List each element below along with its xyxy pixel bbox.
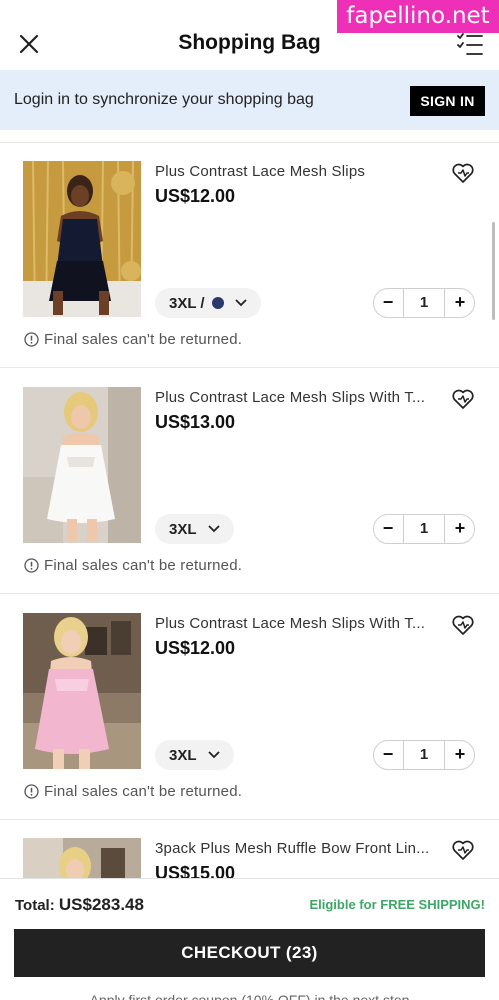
item-title[interactable]: 3pack Plus Mesh Ruffle Bow Front Lin... xyxy=(155,840,437,857)
increase-quantity-button[interactable]: + xyxy=(446,515,474,543)
checkout-footer: Total: US$283.48 Eligible for FREE SHIPP… xyxy=(0,878,499,1000)
free-shipping-note: Eligible for FREE SHIPPING! xyxy=(309,897,485,912)
cart-item[interactable]: Plus Contrast Lace Mesh Slips With T... … xyxy=(0,387,499,613)
item-price: US$15.00 xyxy=(155,863,236,878)
info-icon xyxy=(24,558,39,573)
final-sale-notice: Final sales can't be returned. xyxy=(24,557,242,574)
final-sale-notice: Final sales can't be returned. xyxy=(24,331,242,348)
checklist-icon[interactable] xyxy=(457,32,483,56)
notice-text: Final sales can't be returned. xyxy=(44,557,243,574)
quantity-value[interactable]: 1 xyxy=(403,741,445,769)
item-price: US$13.00 xyxy=(155,412,236,432)
total-amount: US$283.48 xyxy=(58,895,144,914)
divider xyxy=(0,593,499,594)
page-title: Shopping Bag xyxy=(178,31,321,54)
coupon-hint: Apply first order coupon (10% OFF) in th… xyxy=(89,992,410,1000)
variant-selector[interactable]: 3XL xyxy=(155,740,234,770)
divider xyxy=(0,819,499,820)
notice-text: Final sales can't be returned. xyxy=(44,331,243,348)
decrease-quantity-button[interactable]: − xyxy=(374,741,402,769)
chevron-down-icon xyxy=(207,525,220,533)
product-image[interactable] xyxy=(23,161,141,317)
quantity-stepper: − 1 + xyxy=(373,514,475,544)
login-banner: Login in to synchronize your shopping ba… xyxy=(0,70,499,130)
variant-size: 3XL xyxy=(169,746,197,764)
checkout-button[interactable]: CHECKOUT (23) xyxy=(14,929,485,977)
sign-in-button[interactable]: SIGN IN xyxy=(410,86,485,116)
cart-item[interactable]: Plus Contrast Lace Mesh Slips With T... … xyxy=(0,613,499,839)
item-title[interactable]: Plus Contrast Lace Mesh Slips With T... xyxy=(155,615,437,632)
product-image[interactable] xyxy=(23,613,141,769)
order-total: Total: US$283.48 xyxy=(15,895,144,915)
chevron-down-icon xyxy=(207,751,220,759)
watermark: fapellino.net xyxy=(337,0,499,33)
cart-item[interactable]: 3pack Plus Mesh Ruffle Bow Front Lin... … xyxy=(0,838,499,878)
wishlist-heart-icon[interactable] xyxy=(451,388,475,410)
item-title[interactable]: Plus Contrast Lace Mesh Slips xyxy=(155,163,437,180)
total-label: Total: xyxy=(15,897,55,914)
quantity-value[interactable]: 1 xyxy=(403,515,445,543)
variant-selector[interactable]: 3XL xyxy=(155,514,234,544)
divider xyxy=(0,367,499,368)
item-title[interactable]: Plus Contrast Lace Mesh Slips With T... xyxy=(155,389,437,406)
cart-item[interactable]: Plus Contrast Lace Mesh Slips US$12.00 3… xyxy=(0,161,499,387)
divider xyxy=(0,142,499,143)
product-image[interactable] xyxy=(23,387,141,543)
final-sale-notice: Final sales can't be returned. xyxy=(24,783,242,800)
product-image[interactable] xyxy=(23,838,141,878)
quantity-value[interactable]: 1 xyxy=(403,289,445,317)
variant-selector[interactable]: 3XL / xyxy=(155,288,261,318)
info-icon xyxy=(24,332,39,347)
quantity-stepper: − 1 + xyxy=(373,740,475,770)
increase-quantity-button[interactable]: + xyxy=(446,289,474,317)
login-message: Login in to synchronize your shopping ba… xyxy=(14,91,314,108)
item-price: US$12.00 xyxy=(155,638,236,658)
notice-text: Final sales can't be returned. xyxy=(44,783,243,800)
variant-size: 3XL xyxy=(169,520,197,538)
color-swatch xyxy=(211,297,224,309)
info-icon xyxy=(24,784,39,799)
decrease-quantity-button[interactable]: − xyxy=(374,289,402,317)
increase-quantity-button[interactable]: + xyxy=(446,741,474,769)
decrease-quantity-button[interactable]: − xyxy=(374,515,402,543)
chevron-down-icon xyxy=(234,299,247,307)
wishlist-heart-icon[interactable] xyxy=(451,614,475,636)
quantity-stepper: − 1 + xyxy=(373,288,475,318)
variant-size: 3XL / xyxy=(169,294,205,312)
wishlist-heart-icon[interactable] xyxy=(451,839,475,861)
wishlist-heart-icon[interactable] xyxy=(451,162,475,184)
item-price: US$12.00 xyxy=(155,186,236,206)
